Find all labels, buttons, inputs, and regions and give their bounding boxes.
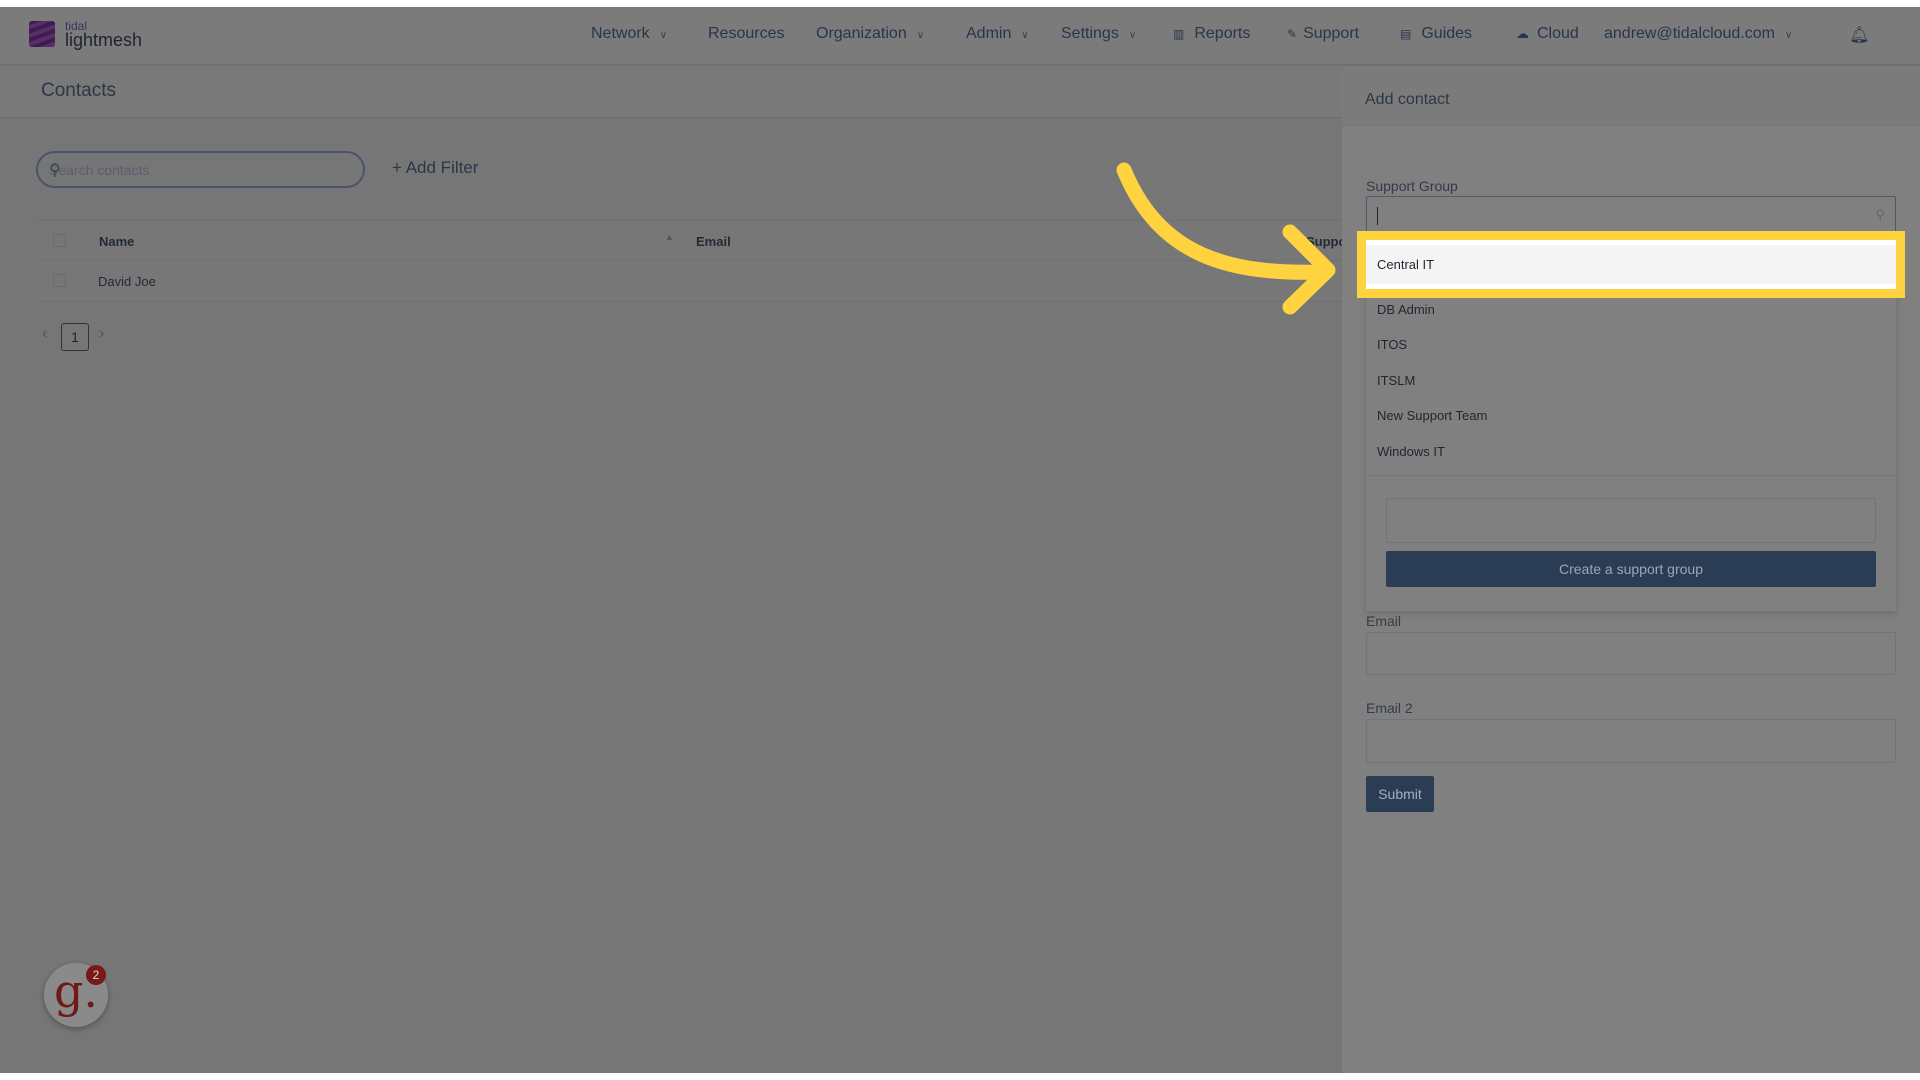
panel-header: Add contact	[1342, 67, 1920, 126]
divider	[1366, 475, 1896, 476]
nav-label: Guides	[1421, 25, 1473, 42]
next-page-icon[interactable]: ›	[99, 325, 104, 343]
option-central-it[interactable]: Central IT	[1366, 245, 1896, 284]
add-filter-button[interactable]: + Add Filter	[392, 158, 478, 178]
select-all-checkbox[interactable]	[53, 234, 66, 247]
user-menu[interactable]: andrew@tidalcloud.com ∨	[1604, 25, 1792, 43]
nav-label: Network	[591, 25, 650, 42]
nav-settings[interactable]: Settings ∨	[1061, 25, 1136, 43]
email2-label: Email 2	[1366, 700, 1413, 716]
nav-organization[interactable]: Organization ∨	[816, 25, 924, 43]
nav-resources[interactable]: Resources	[708, 25, 784, 43]
nav-label: Admin	[966, 25, 1012, 42]
brand-large: lightmesh	[65, 30, 143, 50]
option-itos[interactable]: ITOS	[1366, 327, 1896, 363]
sort-icon[interactable]: ▲	[665, 232, 674, 242]
annotation-arrow-icon	[1116, 162, 1336, 315]
email-field[interactable]	[1366, 632, 1896, 675]
create-support-group-button[interactable]: Create a support group	[1386, 551, 1876, 587]
support-group-dropdown: DB Admin ITOS ITSLM New Support Team Win…	[1366, 243, 1896, 611]
nav-label: Reports	[1194, 25, 1251, 42]
nav-label: Support	[1303, 25, 1360, 42]
notification-badge: 2	[86, 965, 106, 985]
search-icon: ⚲	[49, 162, 61, 179]
support-group-label: Support Group	[1366, 178, 1458, 194]
bell-icon[interactable]: 🔔︎	[1849, 25, 1869, 45]
panel-title: Add contact	[1365, 91, 1450, 108]
column-email[interactable]: Email	[696, 234, 731, 249]
chevron-down-icon: ∨	[1021, 30, 1029, 41]
bar-chart-icon: ▥	[1173, 27, 1185, 41]
nav-guides[interactable]: ▤ Guides	[1400, 25, 1472, 43]
cloud-icon: ☁	[1516, 26, 1529, 41]
chevron-down-icon: ∨	[659, 30, 668, 41]
nav-reports[interactable]: ▥ Reports	[1173, 25, 1250, 43]
nav-cloud[interactable]: ☁ Cloud	[1516, 25, 1579, 43]
column-name[interactable]: Name	[99, 234, 134, 249]
submit-button[interactable]: Submit	[1366, 776, 1434, 812]
wrench-icon: ✎	[1287, 27, 1298, 41]
nav-label: Organization	[816, 25, 907, 42]
search-icon: ⚲	[1875, 207, 1885, 222]
page-1-button[interactable]: 1	[61, 323, 89, 351]
option-itslm[interactable]: ITSLM	[1366, 363, 1896, 399]
prev-page-icon[interactable]: ‹	[42, 325, 47, 343]
email-label: Email	[1366, 613, 1402, 629]
logo-mark-icon	[29, 21, 55, 47]
app-screen: tidal lightmesh Network ∨ Resources Organ…	[0, 7, 1920, 1073]
nav-network[interactable]: Network ∨	[591, 25, 667, 43]
highlighted-option-callout: Central IT	[1357, 231, 1905, 298]
top-nav: tidal lightmesh Network ∨ Resources Organ…	[0, 7, 1920, 65]
book-icon: ▤	[1400, 27, 1412, 41]
option-new-support-team[interactable]: New Support Team	[1366, 398, 1896, 434]
row-checkbox[interactable]	[53, 274, 66, 287]
nav-label: Resources	[708, 25, 785, 42]
add-contact-panel: Add contact Support Group ⚲ DB Admin ITO…	[1342, 67, 1920, 1073]
page-title: Contacts	[41, 80, 116, 101]
nav-support[interactable]: ✎ Support	[1287, 25, 1359, 43]
logo[interactable]: tidal lightmesh	[29, 19, 143, 55]
new-support-group-input[interactable]	[1386, 498, 1876, 543]
nav-admin[interactable]: Admin ∨	[966, 25, 1029, 43]
search-input[interactable]: Search contacts ⚲	[36, 151, 365, 188]
email2-field[interactable]	[1366, 719, 1896, 763]
chevron-down-icon: ∨	[1128, 30, 1137, 41]
text-cursor	[1377, 207, 1378, 225]
nav-label: Cloud	[1537, 25, 1579, 42]
contacts-header: Contacts	[0, 67, 1342, 119]
chevron-down-icon: ∨	[1785, 30, 1793, 41]
support-group-input[interactable]: ⚲	[1366, 196, 1896, 236]
option-windows-it[interactable]: Windows IT	[1366, 434, 1896, 470]
contact-name[interactable]: David Joe	[98, 274, 156, 289]
user-email: andrew@tidalcloud.com	[1604, 25, 1775, 42]
nav-label: Settings	[1061, 25, 1119, 42]
chevron-down-icon: ∨	[916, 30, 925, 41]
